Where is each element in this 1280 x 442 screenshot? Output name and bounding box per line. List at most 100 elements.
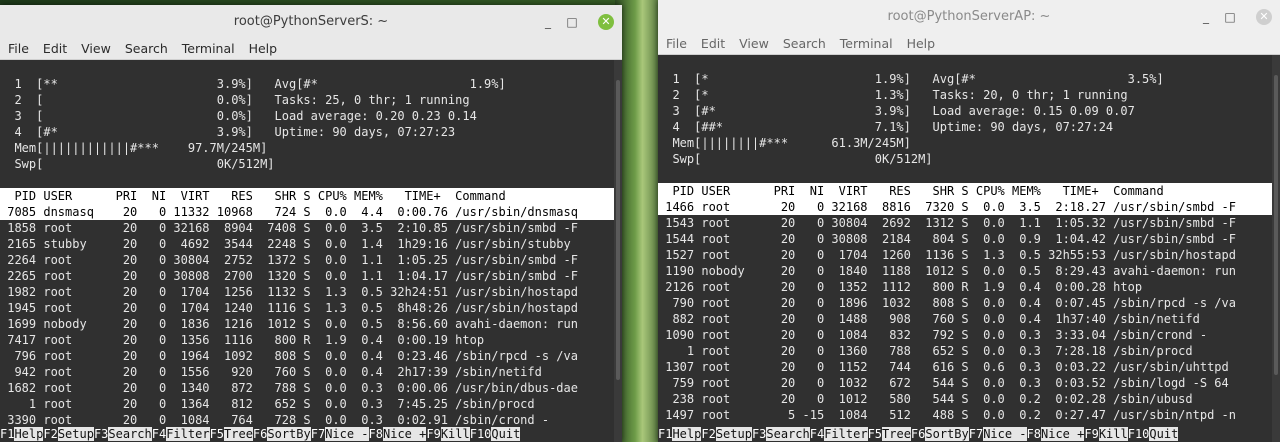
fkey-label[interactable]: Search: [766, 427, 810, 441]
fkey-f3[interactable]: F3: [94, 427, 108, 441]
fkey-label[interactable]: Setup: [715, 427, 752, 441]
process-row[interactable]: 2264 root 20 0 30804 2752 1372 S 0.0 1.1…: [0, 252, 578, 268]
fkey-label[interactable]: Search: [108, 427, 152, 441]
process-row[interactable]: 1945 root 20 0 1704 1240 1116 S 1.3 0.5 …: [0, 300, 578, 316]
fkey-label[interactable]: Nice -: [325, 427, 369, 441]
fkey-label[interactable]: SortBy: [267, 427, 311, 441]
fkey-f4[interactable]: F4: [810, 427, 824, 441]
fkey-f7[interactable]: F7: [311, 427, 325, 441]
fkey-f9[interactable]: F9: [426, 427, 440, 441]
process-row[interactable]: 1 root 20 0 1360 788 652 S 0.0 0.3 7:28.…: [658, 343, 1193, 359]
fkey-f1[interactable]: F1: [658, 427, 672, 441]
fkey-f2[interactable]: F2: [701, 427, 715, 441]
terminal-window-right[interactable]: root@PythonServerAP: ~ _ □ ✕ File Edit Vie…: [658, 0, 1280, 442]
process-row[interactable]: 1527 root 20 0 1704 1260 1136 S 1.3 0.5 …: [658, 247, 1236, 263]
fkey-label[interactable]: Nice +: [383, 427, 427, 441]
process-row[interactable]: 1497 root 5 -15 1084 512 488 S 0.0 0.2 0…: [658, 407, 1236, 423]
process-row[interactable]: 1307 root 20 0 1152 744 616 S 0.6 0.3 0:…: [658, 359, 1229, 375]
process-row[interactable]: 238 root 20 0 1012 580 544 S 0.0 0.2 0:0…: [658, 391, 1192, 407]
process-row[interactable]: 1543 root 20 0 30804 2692 1312 S 0.0 1.1…: [658, 215, 1236, 231]
fkey-label[interactable]: Quit: [1149, 427, 1179, 441]
process-row[interactable]: 1682 root 20 0 1340 872 788 S 0.0 0.3 0:…: [0, 380, 578, 396]
fkey-f5[interactable]: F5: [210, 427, 224, 441]
fkey-f6[interactable]: F6: [253, 427, 267, 441]
process-row[interactable]: 882 root 20 0 1488 908 760 S 0.0 0.4 1h3…: [658, 311, 1199, 327]
process-row[interactable]: 1544 root 20 0 30808 2184 804 S 0.0 0.9 …: [658, 231, 1236, 247]
fkey-f9[interactable]: F9: [1084, 427, 1098, 441]
fkey-label[interactable]: Nice -: [983, 427, 1027, 441]
cpu-meter-line: 4 [##* 7.1%] Uptime: 90 days, 07:27:24: [658, 120, 1114, 134]
fkey-label[interactable]: Filter: [824, 427, 868, 441]
fkey-f10[interactable]: F10: [470, 427, 492, 441]
fkey-f8[interactable]: F8: [369, 427, 383, 441]
fkey-label[interactable]: Tree: [224, 427, 253, 441]
title-bar[interactable]: root@PythonServerS: ~ _ □ ✕: [0, 5, 622, 39]
terminal-area[interactable]: 1 [* 1.9%] Avg[#* 3.5%] 2 [* 1.3%] Tasks…: [658, 55, 1280, 442]
terminal-window-left[interactable]: root@PythonServerS: ~ _ □ ✕ File Edit View…: [0, 5, 622, 442]
fkey-label[interactable]: Nice +: [1041, 427, 1085, 441]
fkey-label[interactable]: Help: [672, 427, 702, 441]
process-row[interactable]: 1699 nobody 20 0 1836 1216 1012 S 0.0 0.…: [0, 316, 578, 332]
process-row[interactable]: 942 root 20 0 1556 920 760 S 0.0 0.4 2h1…: [0, 364, 541, 380]
fkey-f7[interactable]: F7: [969, 427, 983, 441]
fkey-label[interactable]: Kill: [440, 427, 470, 441]
fkey-label[interactable]: Help: [14, 427, 44, 441]
fkey-label[interactable]: Quit: [491, 427, 521, 441]
menu-search[interactable]: Search: [117, 39, 174, 56]
fkey-label[interactable]: Tree: [882, 427, 911, 441]
process-row[interactable]: 796 root 20 0 1964 1092 808 S 0.0 0.4 0:…: [0, 348, 578, 364]
fkey-f8[interactable]: F8: [1027, 427, 1041, 441]
scrollbar[interactable]: [1272, 55, 1280, 442]
menu-file[interactable]: File: [0, 39, 35, 56]
fkey-label[interactable]: Kill: [1098, 427, 1128, 441]
swap-meter: Swp[ 0K/512M]: [0, 157, 275, 171]
fkey-f1[interactable]: F1: [0, 427, 14, 441]
process-row[interactable]: 2126 root 20 0 1352 1112 800 R 1.9 0.4 0…: [658, 279, 1142, 295]
minimize-icon[interactable]: _: [1198, 9, 1214, 25]
fkey-label[interactable]: Filter: [166, 427, 210, 441]
process-row[interactable]: 1858 root 20 0 32168 8904 7408 S 0.0 3.5…: [0, 220, 578, 236]
process-row[interactable]: 7417 root 20 0 1356 1116 800 R 1.9 0.4 0…: [0, 332, 484, 348]
fkey-label[interactable]: Setup: [57, 427, 94, 441]
menu-edit[interactable]: Edit: [693, 34, 731, 51]
close-icon[interactable]: ✕: [1256, 9, 1272, 25]
fkey-f4[interactable]: F4: [152, 427, 166, 441]
process-row-selected[interactable]: 1466 root 20 0 32168 8816 7320 S 0.0 3.5…: [658, 199, 1272, 215]
menu-help[interactable]: Help: [899, 34, 942, 51]
menu-terminal[interactable]: Terminal: [174, 39, 241, 56]
window-title: root@PythonServerAP: ~: [887, 9, 1051, 24]
maximize-icon[interactable]: □: [564, 14, 580, 30]
process-row[interactable]: 1 root 20 0 1364 812 652 S 0.0 0.3 7:45.…: [0, 396, 535, 412]
process-row[interactable]: 759 root 20 0 1032 672 544 S 0.0 0.3 0:0…: [658, 375, 1228, 391]
close-icon[interactable]: ✕: [598, 14, 614, 30]
minimize-icon[interactable]: _: [540, 14, 556, 30]
process-row[interactable]: 1190 nobody 20 0 1840 1188 1012 S 0.0 0.…: [658, 263, 1236, 279]
fkey-f2[interactable]: F2: [43, 427, 57, 441]
menu-help[interactable]: Help: [241, 39, 284, 56]
title-bar[interactable]: root@PythonServerAP: ~ _ □ ✕: [658, 0, 1280, 34]
fkey-f10[interactable]: F10: [1128, 427, 1150, 441]
menu-view[interactable]: View: [731, 34, 775, 51]
fkey-f6[interactable]: F6: [911, 427, 925, 441]
fkey-f5[interactable]: F5: [868, 427, 882, 441]
fkey-f3[interactable]: F3: [752, 427, 766, 441]
scrollbar-thumb[interactable]: [616, 80, 620, 380]
process-row-selected[interactable]: 7085 dnsmasq 20 0 11332 10968 724 S 0.0 …: [0, 204, 614, 220]
menu-file[interactable]: File: [658, 34, 693, 51]
menu-search[interactable]: Search: [775, 34, 832, 51]
process-row[interactable]: 790 root 20 0 1896 1032 808 S 0.0 0.4 0:…: [658, 295, 1236, 311]
maximize-icon[interactable]: □: [1222, 9, 1238, 25]
process-row[interactable]: 1982 root 20 0 1704 1256 1132 S 1.3 0.5 …: [0, 284, 578, 300]
process-row[interactable]: 2265 root 20 0 30808 2700 1320 S 0.0 1.1…: [0, 268, 578, 284]
scrollbar[interactable]: [614, 60, 622, 442]
menu-terminal[interactable]: Terminal: [832, 34, 899, 51]
fkey-label[interactable]: SortBy: [925, 427, 969, 441]
terminal-area[interactable]: 1 [** 3.9%] Avg[#* 1.9%] 2 [ 0.0%] Tasks…: [0, 60, 622, 442]
menu-edit[interactable]: Edit: [35, 39, 73, 56]
scrollbar-thumb[interactable]: [1274, 75, 1278, 375]
function-key-bar: F1HelpF2SetupF3SearchF4FilterF5TreeF6Sor…: [0, 426, 521, 442]
cpu-meter-line: 1 [** 3.9%] Avg[#* 1.9%]: [0, 77, 506, 91]
process-row[interactable]: 1090 root 20 0 1084 832 792 S 0.0 0.3 3:…: [658, 327, 1207, 343]
process-row[interactable]: 2165 stubby 20 0 4692 3544 2248 S 0.0 1.…: [0, 236, 571, 252]
menu-view[interactable]: View: [73, 39, 117, 56]
